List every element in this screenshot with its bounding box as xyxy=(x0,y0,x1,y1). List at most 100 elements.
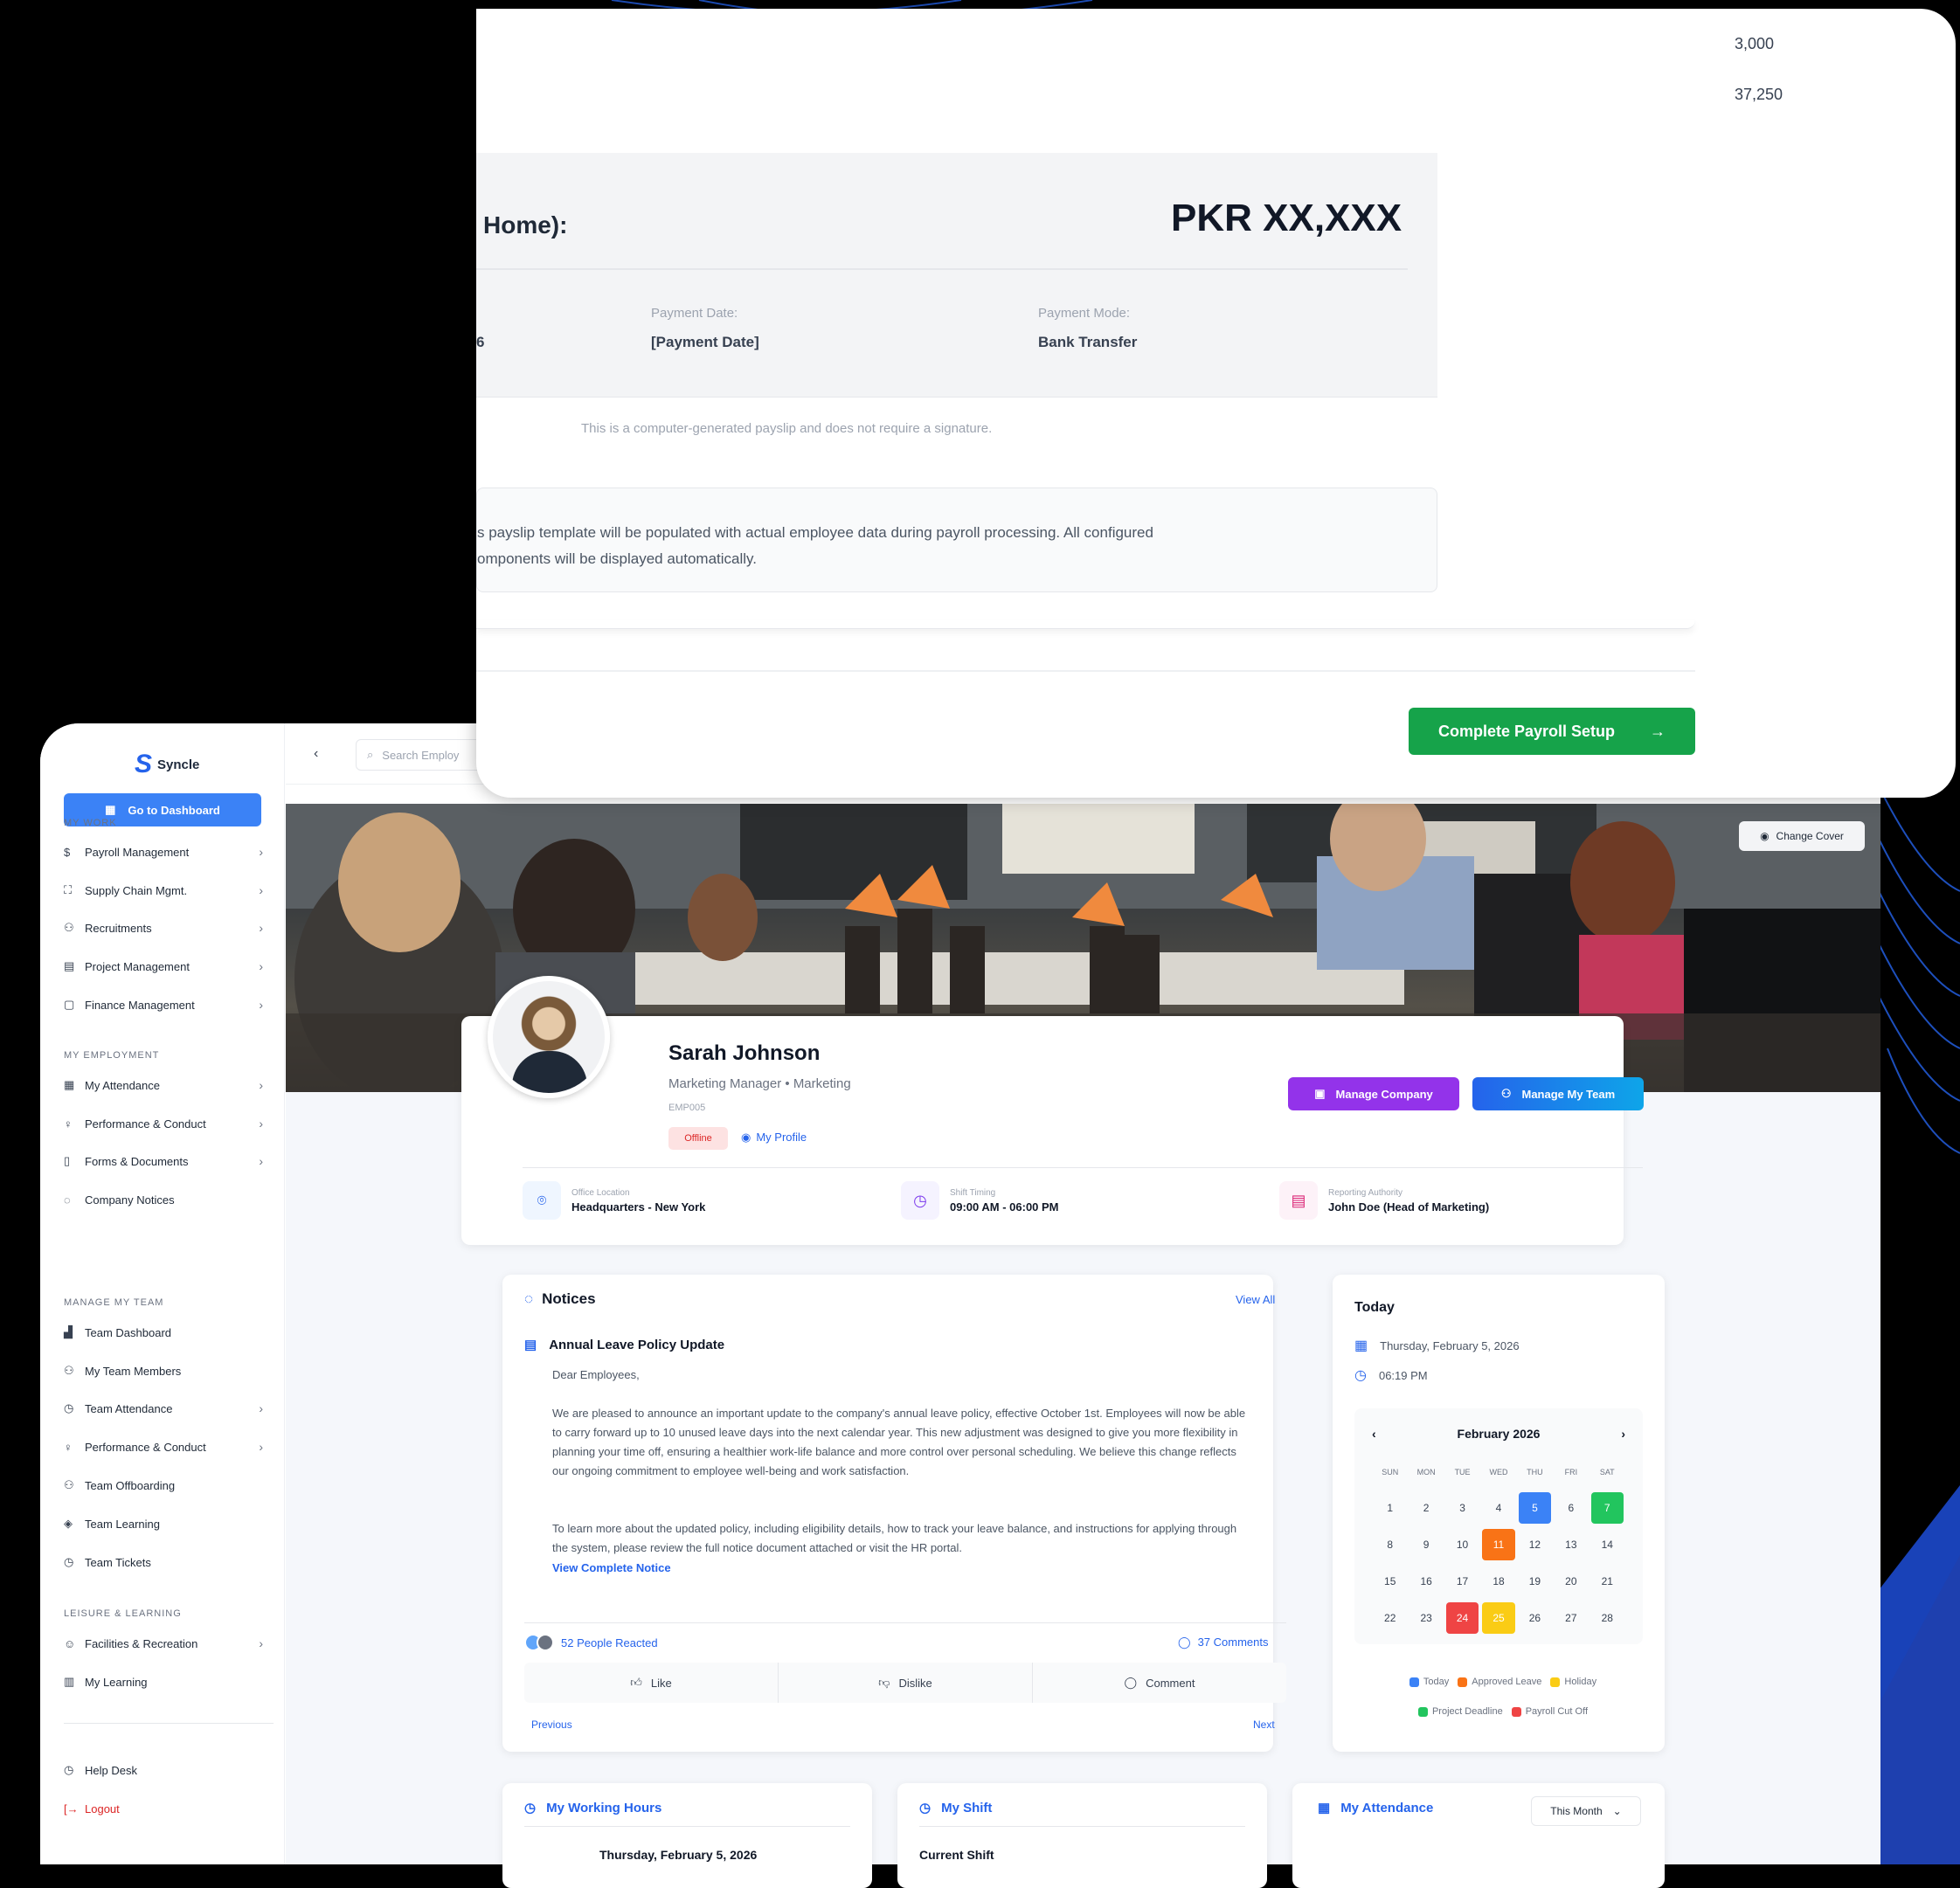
clock-icon: ◷ xyxy=(64,1401,74,1414)
calendar-icon: ▦ xyxy=(64,1078,75,1091)
clock-icon: ◷ xyxy=(919,1801,932,1815)
sidebar-item-team-tickets[interactable]: ◷ Team Tickets xyxy=(64,1548,274,1576)
sidebar-item-label: My Attendance xyxy=(85,1078,160,1092)
calendar-day[interactable]: 22 xyxy=(1374,1602,1406,1634)
change-cover-button[interactable]: ◉ Change Cover xyxy=(1739,821,1865,851)
chevron-right-icon: › xyxy=(259,883,263,897)
calendar-day[interactable]: 18 xyxy=(1482,1566,1514,1597)
calendar-day[interactable]: 20 xyxy=(1555,1566,1587,1597)
sidebar-item-project-management[interactable]: ▤ Project Management › xyxy=(64,952,274,980)
sidebar-item-recruitments[interactable]: ⚇ Recruitments › xyxy=(64,914,274,942)
calendar-day[interactable]: 14 xyxy=(1591,1529,1624,1560)
calendar-day[interactable]: 9 xyxy=(1409,1529,1442,1560)
briefcase-icon: ▤ xyxy=(1279,1181,1318,1220)
calendar-day[interactable]: 24 xyxy=(1445,1602,1479,1634)
building-icon: ▣ xyxy=(1314,1087,1326,1100)
calendar-day[interactable]: 2 xyxy=(1409,1492,1442,1524)
calendar-day[interactable]: 1 xyxy=(1374,1492,1406,1524)
like-button[interactable]: 👍︎ Like xyxy=(524,1663,779,1703)
manage-company-button[interactable]: ▣ Manage Company xyxy=(1288,1077,1459,1110)
reactions-summary[interactable]: 52 People Reacted xyxy=(524,1634,658,1651)
calendar-day[interactable]: 8 xyxy=(1374,1529,1406,1560)
sidebar-item-forms-documents[interactable]: ▯ Forms & Documents › xyxy=(64,1147,274,1175)
calendar-day[interactable]: 21 xyxy=(1591,1566,1624,1597)
avatar[interactable] xyxy=(488,976,610,1098)
collapse-sidebar-icon[interactable]: ‹ xyxy=(314,746,318,762)
eye-icon: ◉ xyxy=(741,1131,751,1144)
calendar-day[interactable]: 10 xyxy=(1446,1529,1479,1560)
payslip-info-box: s payslip template will be populated wit… xyxy=(476,488,1437,592)
calendar-day[interactable]: 11 xyxy=(1482,1529,1515,1560)
legend-label: Approved Leave xyxy=(1472,1677,1542,1687)
calendar-day[interactable]: 16 xyxy=(1409,1566,1442,1597)
calendar-day[interactable]: 25 xyxy=(1482,1602,1515,1634)
sidebar-item-finance-management[interactable]: ▢ Finance Management › xyxy=(64,991,274,1019)
team-icon: ⚇ xyxy=(64,1364,74,1377)
calendar-day[interactable]: 6 xyxy=(1555,1492,1587,1524)
sidebar-item-help-desk[interactable]: ◷ Help Desk xyxy=(64,1756,274,1784)
previous-notice-link[interactable]: Previous xyxy=(531,1719,572,1731)
sidebar-item-facilities-recreation[interactable]: ☺ Facilities & Recreation › xyxy=(64,1629,274,1657)
period-select[interactable]: This Month ⌄ xyxy=(1531,1796,1641,1826)
nav-section-title: LEISURE & LEARNING xyxy=(64,1608,182,1619)
calendar-day[interactable]: 7 xyxy=(1590,1492,1624,1524)
weekday-label: SUN xyxy=(1382,1468,1399,1477)
dollar-icon: $ xyxy=(64,845,71,859)
sidebar-item-team-attendance[interactable]: ◷ Team Attendance › xyxy=(64,1394,274,1422)
payment-mode-label: Payment Mode: xyxy=(1038,306,1131,321)
calendar-day[interactable]: 19 xyxy=(1519,1566,1551,1597)
sidebar-item-team-dashboard[interactable]: ▟ Team Dashboard xyxy=(64,1318,274,1346)
sidebar-item-team-offboarding[interactable]: ⚇ Team Offboarding xyxy=(64,1471,274,1499)
calendar-day[interactable]: 4 xyxy=(1482,1492,1514,1524)
sidebar-item-payroll-management[interactable]: $ Payroll Management › xyxy=(64,838,274,866)
brand-logo[interactable]: S Syncle xyxy=(135,750,199,779)
legend-label: Payroll Cut Off xyxy=(1525,1706,1589,1717)
sidebar-item-performance-conduct[interactable]: ♀ Performance & Conduct › xyxy=(64,1433,274,1461)
sidebar-item-my-team-members[interactable]: ⚇ My Team Members xyxy=(64,1357,274,1385)
shift-timing: ◷ Shift Timing 09:00 AM - 06:00 PM xyxy=(901,1181,1059,1220)
sidebar-item-team-learning[interactable]: ◈ Team Learning xyxy=(64,1510,274,1538)
my-profile-link[interactable]: ◉ My Profile xyxy=(741,1131,807,1145)
calendar-day[interactable]: 15 xyxy=(1374,1566,1406,1597)
logout-label: Logout xyxy=(85,1802,120,1815)
calendar-day[interactable]: 28 xyxy=(1591,1602,1624,1634)
calendar-day[interactable]: 23 xyxy=(1409,1602,1442,1634)
sidebar-item-label: Team Tickets xyxy=(85,1555,151,1569)
weekday-label: FRI xyxy=(1564,1468,1578,1477)
comment-button[interactable]: ◯ Comment xyxy=(1033,1663,1286,1703)
dislike-button[interactable]: 👎︎ Dislike xyxy=(779,1663,1033,1703)
logout-icon: [→ xyxy=(64,1802,79,1815)
arrow-right-icon: → xyxy=(1650,722,1666,740)
view-complete-notice-link[interactable]: View Complete Notice xyxy=(552,1561,671,1574)
calendar-day[interactable]: 12 xyxy=(1519,1529,1551,1560)
calendar-day[interactable]: 26 xyxy=(1519,1602,1551,1634)
comments-link[interactable]: ◯ 37 Comments xyxy=(1178,1636,1268,1649)
calendar-day[interactable]: 13 xyxy=(1555,1529,1587,1560)
sidebar-item-my-learning[interactable]: ▥ My Learning xyxy=(64,1668,274,1696)
prev-month-icon[interactable]: ‹ xyxy=(1372,1427,1376,1441)
next-month-icon[interactable]: › xyxy=(1621,1427,1625,1441)
complete-payroll-setup-button[interactable]: Complete Payroll Setup → xyxy=(1409,708,1695,755)
chevron-right-icon: › xyxy=(259,1401,263,1415)
view-all-link[interactable]: View All xyxy=(1236,1293,1275,1306)
sidebar-item-label: Help Desk xyxy=(85,1763,137,1777)
notice-title: ▤ Annual Leave Policy Update xyxy=(524,1337,724,1353)
sidebar-item-label: Project Management xyxy=(85,959,190,973)
sidebar-item-my-attendance[interactable]: ▦ My Attendance › xyxy=(64,1071,274,1099)
period-select-value: This Month xyxy=(1550,1805,1603,1817)
grid-icon: ▦ xyxy=(105,803,116,816)
payment-date-value: [Payment Date] xyxy=(651,334,759,350)
calendar-day[interactable]: 17 xyxy=(1446,1566,1479,1597)
calendar-day[interactable]: 3 xyxy=(1446,1492,1479,1524)
my-attendance-title: My Attendance xyxy=(1340,1800,1434,1815)
next-notice-link[interactable]: Next xyxy=(1253,1719,1275,1731)
calendar-day[interactable]: 5 xyxy=(1518,1492,1552,1524)
calendar-header: ‹ February 2026 › xyxy=(1372,1427,1625,1441)
logout-button[interactable]: [→ Logout xyxy=(64,1795,274,1822)
reaction-avatar xyxy=(537,1634,554,1651)
calendar-day[interactable]: 27 xyxy=(1555,1602,1587,1634)
manage-my-team-button[interactable]: ⚇ Manage My Team xyxy=(1472,1077,1644,1110)
sidebar-item-performance-conduct[interactable]: ♀ Performance & Conduct › xyxy=(64,1110,274,1138)
sidebar-item-supply-chain-mgmt[interactable]: ⛶ Supply Chain Mgmt. › xyxy=(64,876,274,904)
sidebar-item-company-notices[interactable]: ◌ Company Notices xyxy=(64,1186,274,1214)
